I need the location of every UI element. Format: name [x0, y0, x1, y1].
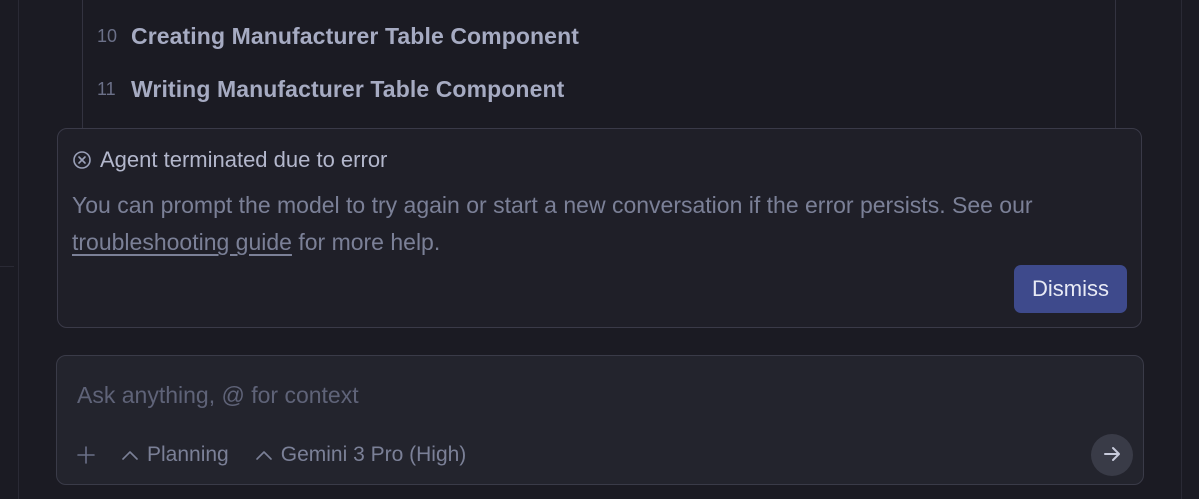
chevron-up-icon	[255, 448, 273, 462]
send-button[interactable]	[1091, 434, 1133, 476]
task-list-item[interactable]: 10 Creating Manufacturer Table Component	[97, 21, 579, 51]
error-message-suffix: for more help.	[291, 229, 441, 255]
agent-chat-panel: 10 Creating Manufacturer Table Component…	[0, 0, 1199, 499]
arrow-right-icon	[1101, 443, 1123, 468]
chat-input-box: Planning Gemini 3 Pro (High)	[56, 355, 1144, 485]
dismiss-button[interactable]: Dismiss	[1014, 265, 1127, 313]
error-title: Agent terminated due to error	[100, 147, 388, 172]
left-divider	[18, 0, 19, 499]
task-list-item[interactable]: 11 Writing Manufacturer Table Component	[97, 74, 564, 104]
chat-input[interactable]	[75, 374, 1079, 416]
right-divider	[1181, 0, 1182, 499]
task-number: 10	[97, 25, 118, 46]
error-card: Agent terminated due to error You can pr…	[57, 128, 1142, 328]
input-toolbar: Planning Gemini 3 Pro (High)	[75, 440, 466, 470]
model-label: Gemini 3 Pro (High)	[280, 443, 467, 466]
error-message-text: You can prompt the model to try again or…	[72, 192, 1033, 218]
chevron-up-icon	[121, 448, 139, 462]
task-number: 11	[97, 78, 116, 99]
task-list: 10 Creating Manufacturer Table Component…	[82, 0, 1116, 140]
error-message: You can prompt the model to try again or…	[72, 187, 1132, 261]
left-divider-tick	[0, 266, 14, 267]
mode-label: Planning	[147, 443, 229, 466]
task-label: Creating Manufacturer Table Component	[131, 22, 579, 49]
x-circle-icon	[72, 150, 92, 170]
task-label: Writing Manufacturer Table Component	[131, 75, 565, 102]
plus-icon[interactable]	[75, 444, 97, 466]
error-header: Agent terminated due to error	[72, 147, 387, 173]
troubleshooting-guide-link[interactable]: troubleshooting guide	[72, 229, 292, 255]
model-selector[interactable]: Gemini 3 Pro (High)	[255, 443, 467, 467]
mode-selector[interactable]: Planning	[121, 443, 229, 467]
